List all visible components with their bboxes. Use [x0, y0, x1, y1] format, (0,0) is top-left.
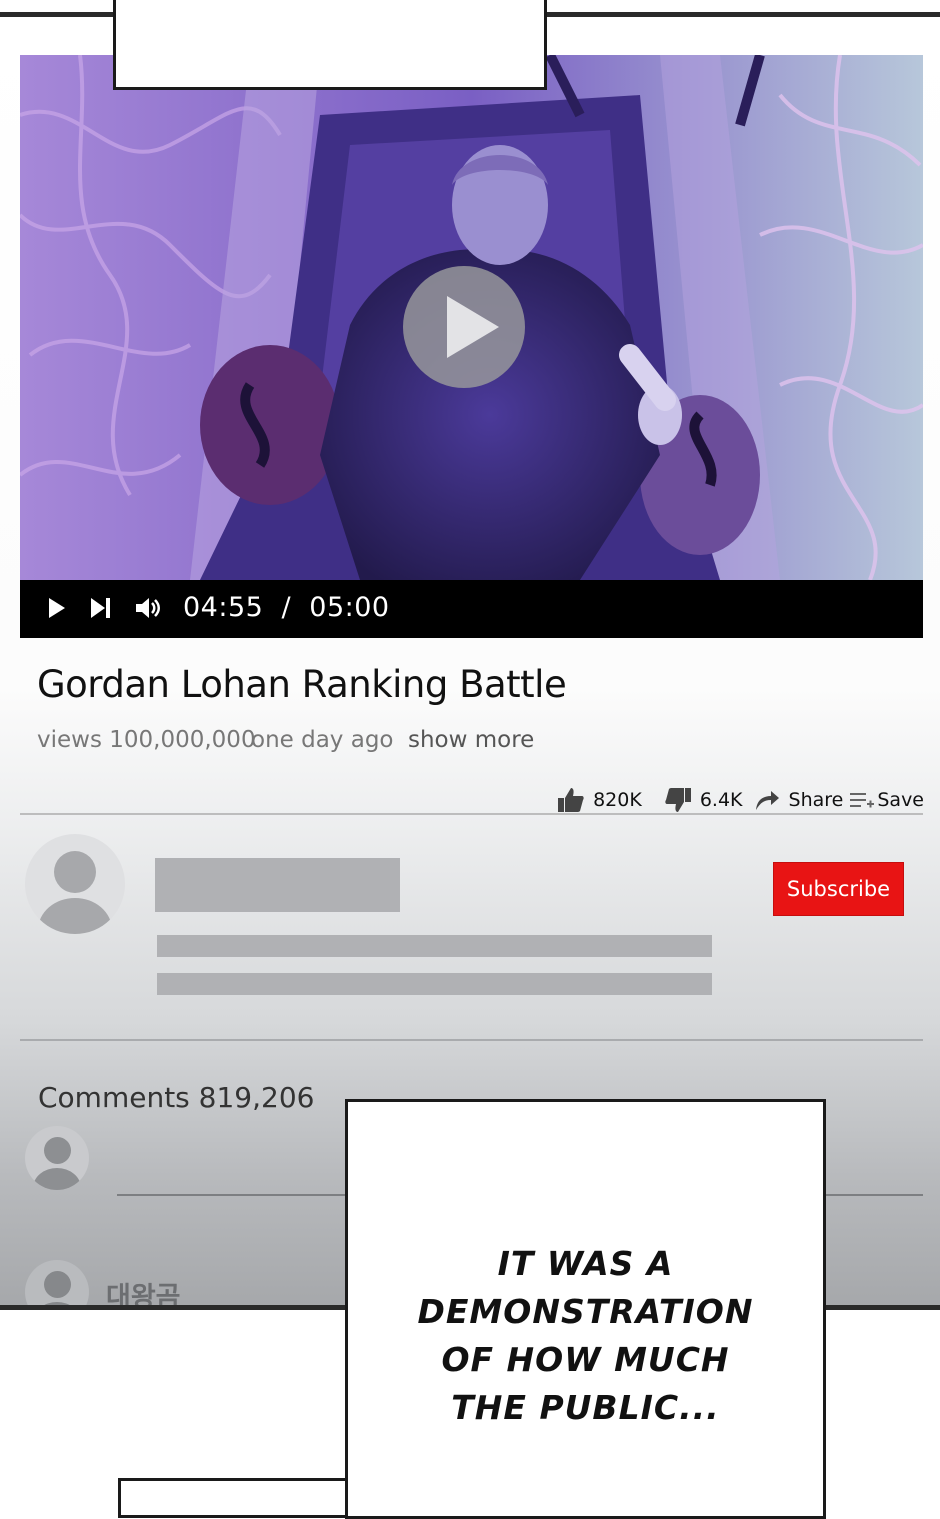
dislike-button[interactable]: 6.4K [664, 786, 743, 814]
current-time: 04:55 [183, 592, 264, 623]
video-title: Gordan Lohan Ranking Battle [37, 663, 567, 706]
caption-line: OF HOW MUCH [441, 1340, 730, 1379]
time-readout: 04:55 / 05:00 [183, 592, 390, 623]
view-count: views 100,000,000 [37, 727, 256, 753]
posted-time: one day ago [251, 727, 394, 753]
time-separator: / [281, 592, 292, 623]
comments-header: Comments 819,206 [38, 1081, 315, 1114]
next-icon[interactable] [90, 596, 112, 620]
user-avatar [25, 1260, 89, 1305]
save-label: Save [877, 789, 924, 811]
comment-username: 대왕곰 [106, 1282, 181, 1310]
dislike-count: 6.4K [699, 789, 743, 811]
my-avatar [25, 1126, 89, 1190]
caption-line: DEMONSTRATION [417, 1292, 754, 1331]
thumbs-up-icon [558, 788, 584, 812]
narration-box-top [113, 0, 547, 90]
play-icon[interactable] [47, 596, 67, 620]
channel-name-placeholder [155, 858, 400, 912]
play-overlay-button[interactable] [403, 266, 525, 388]
video-player[interactable]: 04:55 / 05:00 [20, 55, 923, 638]
narration-box-caption: IT WAS A DEMONSTRATION OF HOW MUCH THE P… [345, 1099, 826, 1519]
like-button[interactable]: 820K [557, 786, 642, 814]
save-button[interactable]: Save [849, 789, 924, 811]
thumbs-down-icon [665, 788, 691, 812]
caption-line: THE PUBLIC... [451, 1388, 720, 1427]
duration: 05:00 [309, 592, 390, 623]
caption-line: IT WAS A [497, 1244, 674, 1283]
player-controls-bar: 04:55 / 05:00 [20, 580, 923, 638]
action-row: 820K 6.4K Share Save [557, 785, 924, 815]
caption-text: IT WAS A DEMONSTRATION OF HOW MUCH THE P… [348, 1240, 823, 1432]
description-placeholder-line [157, 973, 712, 995]
volume-icon[interactable] [135, 596, 163, 620]
share-label: Share [788, 789, 844, 811]
playlist-add-icon [850, 793, 875, 808]
narration-box-bottom [118, 1478, 358, 1518]
subscribe-button[interactable]: Subscribe [773, 862, 904, 916]
share-button[interactable]: Share [753, 788, 844, 812]
divider [20, 813, 923, 815]
description-placeholder-line [157, 935, 712, 957]
channel-avatar[interactable] [25, 834, 125, 934]
like-count: 820K [593, 789, 642, 811]
share-arrow-icon [755, 791, 779, 810]
show-more-link[interactable]: show more [408, 727, 534, 753]
divider [20, 1039, 923, 1041]
